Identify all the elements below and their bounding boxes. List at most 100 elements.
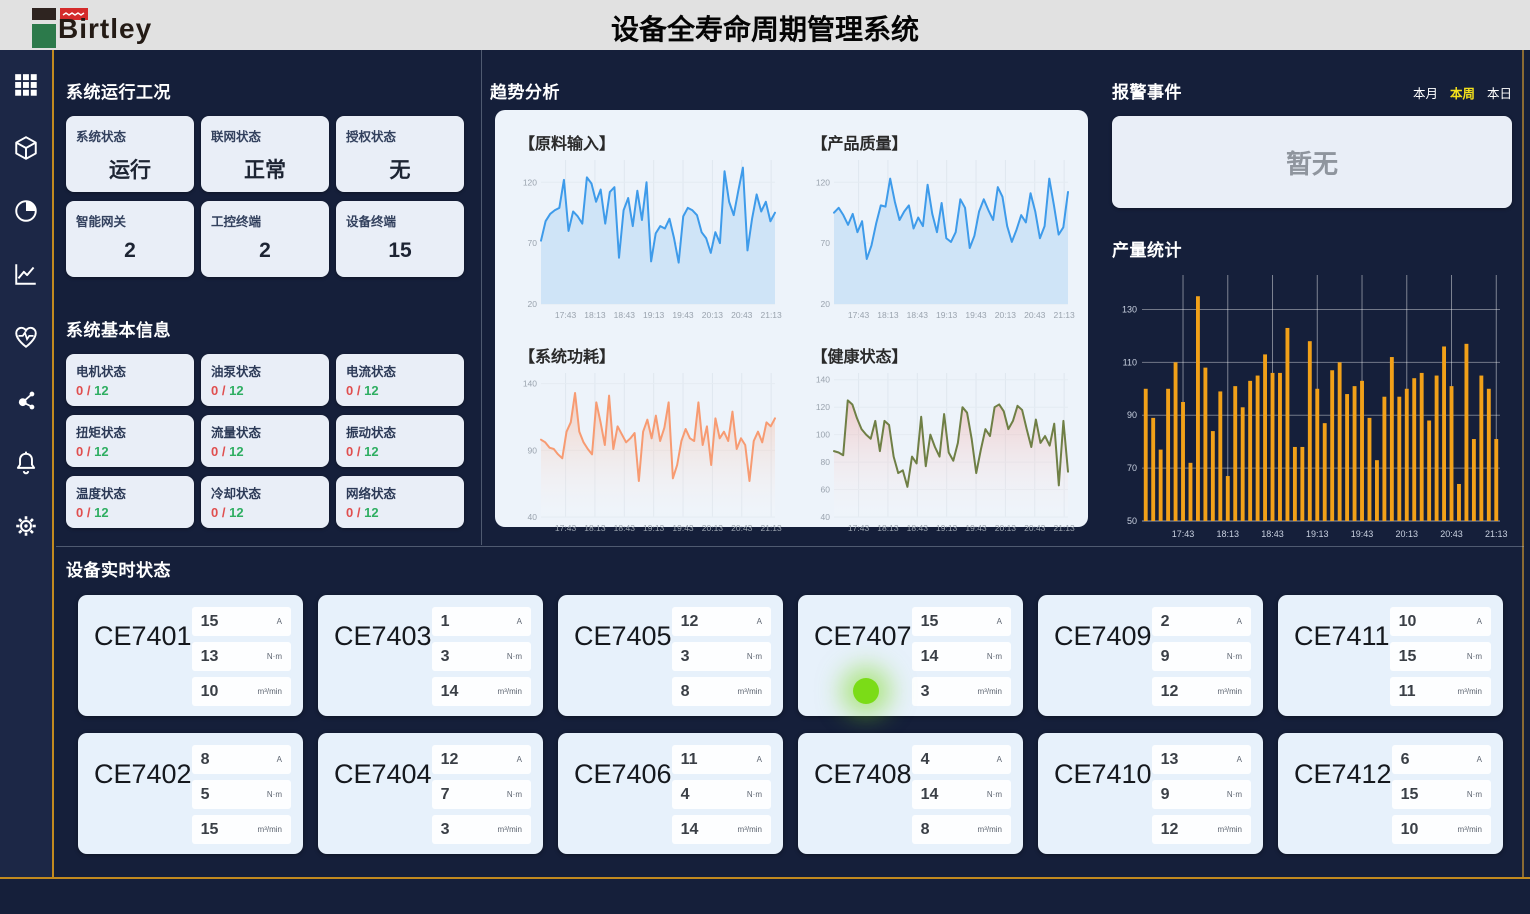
sidebar-item-alerts[interactable] <box>11 448 41 478</box>
device-metric-value: 14 <box>921 648 939 666</box>
svg-text:20:43: 20:43 <box>1024 310 1046 320</box>
device-metrics: 1 A 3 N·m 14 m³/min <box>432 607 531 706</box>
sidebar-item-network[interactable] <box>11 385 41 415</box>
device-metric-row: 13 N·m <box>192 642 291 671</box>
device-metric-unit: m³/min <box>498 687 522 696</box>
info-card[interactable]: 流量状态 0 / 12 <box>201 415 329 467</box>
info-card[interactable]: 冷却状态 0 / 12 <box>201 476 329 528</box>
device-metric-unit: A <box>517 617 522 626</box>
svg-text:70: 70 <box>820 238 830 248</box>
svg-text:20: 20 <box>528 299 538 309</box>
trend-chart-cell: 【健康状态】 17:4318:1318:4319:1319:4320:1320:… <box>792 329 1085 542</box>
svg-text:17:43: 17:43 <box>555 310 577 320</box>
alarm-tab[interactable]: 本周 <box>1450 83 1475 102</box>
device-card[interactable]: CE7403 1 A 3 N·m 14 m³/min <box>318 595 543 716</box>
device-card[interactable]: CE7412 6 A 15 N·m 10 m³/min <box>1278 733 1503 854</box>
device-metric-value: 15 <box>921 613 939 631</box>
device-metric-row: 15 N·m <box>1390 642 1491 671</box>
device-metrics: 8 A 5 N·m 15 m³/min <box>192 745 291 844</box>
svg-text:18:43: 18:43 <box>614 523 636 533</box>
device-card[interactable]: CE7401 15 A 13 N·m 10 m³/min <box>78 595 303 716</box>
status-card-label: 设备终端 <box>346 211 454 230</box>
device-metric-unit: A <box>757 617 762 626</box>
sidebar-item-health[interactable] <box>11 322 41 352</box>
alarm-tab[interactable]: 本月 <box>1413 83 1438 102</box>
device-card[interactable]: CE7410 13 A 9 N·m 12 m³/min <box>1038 733 1263 854</box>
svg-text:18:13: 18:13 <box>877 310 899 320</box>
device-metric-row: 3 m³/min <box>432 815 531 844</box>
device-metric-value: 11 <box>1399 683 1416 701</box>
sidebar-item-model[interactable] <box>11 133 41 163</box>
status-card[interactable]: 智能网关 2 <box>66 201 194 277</box>
device-metric-value: 14 <box>681 821 699 839</box>
footer-divider <box>0 877 1530 879</box>
status-card[interactable]: 工控终端 2 <box>201 201 329 277</box>
sidebar-item-apps[interactable] <box>11 70 41 100</box>
device-card[interactable]: CE7409 2 A 9 N·m 12 m³/min <box>1038 595 1263 716</box>
device-metric-value: 8 <box>681 683 690 701</box>
device-metric-value: 12 <box>441 751 459 769</box>
device-name: CE7405 <box>574 621 672 706</box>
device-card[interactable]: CE7402 8 A 5 N·m 15 m³/min <box>78 733 303 854</box>
bell-icon <box>13 450 39 476</box>
status-card-value: 15 <box>346 239 454 263</box>
device-card[interactable]: CE7407 15 A 14 N·m 3 m³/min <box>798 595 1023 716</box>
info-card[interactable]: 油泵状态 0 / 12 <box>201 354 329 406</box>
info-card[interactable]: 网络状态 0 / 12 <box>336 476 464 528</box>
status-card-value: 2 <box>211 239 319 263</box>
info-card[interactable]: 扭矩状态 0 / 12 <box>66 415 194 467</box>
pie-chart-icon <box>13 198 39 224</box>
info-card-value: 0 / 12 <box>211 444 319 459</box>
alarm-empty-text: 暂无 <box>1286 144 1338 181</box>
info-card[interactable]: 温度状态 0 / 12 <box>66 476 194 528</box>
info-card-label: 油泵状态 <box>211 361 319 380</box>
device-metric-value: 3 <box>441 821 450 839</box>
device-metric-value: 12 <box>681 613 699 631</box>
svg-text:20:13: 20:13 <box>702 310 724 320</box>
info-card[interactable]: 振动状态 0 / 12 <box>336 415 464 467</box>
device-card[interactable]: CE7404 12 A 7 N·m 3 m³/min <box>318 733 543 854</box>
info-card[interactable]: 电流状态 0 / 12 <box>336 354 464 406</box>
device-name: CE7404 <box>334 759 432 844</box>
device-card[interactable]: CE7405 12 A 3 N·m 8 m³/min <box>558 595 783 716</box>
device-metric-row: 12 m³/min <box>1152 677 1251 706</box>
system-status-panel: 系统运行工况 系统状态 运行 联网状态 正常 授权状态 无 智能网关 2 工控终… <box>66 78 482 277</box>
device-metric-unit: m³/min <box>738 687 762 696</box>
status-card[interactable]: 设备终端 15 <box>336 201 464 277</box>
production-title: 产量统计 <box>1112 236 1516 261</box>
device-metric-value: 3 <box>921 683 930 701</box>
trend-line-chart: 17:4318:1318:4319:1319:4320:1320:4321:13… <box>513 369 785 537</box>
status-card[interactable]: 联网状态 正常 <box>201 116 329 192</box>
svg-text:18:43: 18:43 <box>906 310 928 320</box>
device-metric-row: 5 N·m <box>192 780 291 809</box>
device-metric-unit: A <box>1477 755 1482 764</box>
sidebar-item-statistics[interactable] <box>11 196 41 226</box>
svg-text:21:13: 21:13 <box>760 310 782 320</box>
device-metric-row: 12 A <box>672 607 771 636</box>
device-metric-row: 8 m³/min <box>912 815 1011 844</box>
device-metric-unit: N·m <box>267 790 282 799</box>
device-metric-value: 9 <box>1161 786 1170 804</box>
info-card-label: 扭矩状态 <box>76 422 184 441</box>
status-card[interactable]: 授权状态 无 <box>336 116 464 192</box>
status-card[interactable]: 系统状态 运行 <box>66 116 194 192</box>
device-metric-value: 12 <box>1161 683 1179 701</box>
alarm-tab[interactable]: 本日 <box>1487 83 1512 102</box>
device-metric-unit: N·m <box>747 790 762 799</box>
device-metric-unit: m³/min <box>1218 825 1242 834</box>
device-metric-value: 4 <box>921 751 930 769</box>
device-card[interactable]: CE7406 11 A 4 N·m 14 m³/min <box>558 733 783 854</box>
device-metric-unit: N·m <box>1227 652 1242 661</box>
device-metric-unit: m³/min <box>498 825 522 834</box>
info-card-label: 温度状态 <box>76 483 184 502</box>
device-name: CE7410 <box>1054 759 1152 844</box>
sidebar-item-settings[interactable] <box>11 511 41 541</box>
device-metric-value: 3 <box>441 648 450 666</box>
svg-text:21:13: 21:13 <box>1485 529 1508 539</box>
sidebar-item-trend[interactable] <box>11 259 41 289</box>
device-card[interactable]: CE7411 10 A 15 N·m 11 m³/min <box>1278 595 1503 716</box>
alarm-panel: 报警事件 本月 本周 本日 暂无 <box>1112 78 1512 208</box>
device-metrics: 6 A 15 N·m 10 m³/min <box>1392 745 1491 844</box>
info-card[interactable]: 电机状态 0 / 12 <box>66 354 194 406</box>
device-card[interactable]: CE7408 4 A 14 N·m 8 m³/min <box>798 733 1023 854</box>
